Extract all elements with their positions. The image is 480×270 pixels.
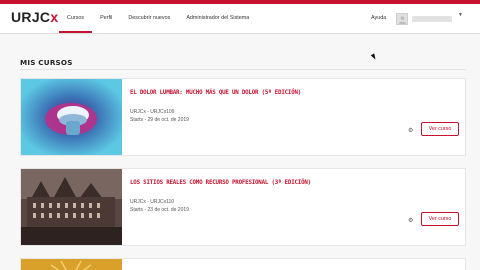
nav-administrador[interactable]: Administrador del Sistema [178,4,257,33]
course-card: EL DOLOR LUMBAR: MUCHO MÁS QUE UN DOLOR … [20,78,466,156]
ver-curso-button[interactable]: Ver curso [421,212,459,226]
nav-descubrir-nuevos[interactable]: Descubrir nuevos [120,4,178,33]
course-title[interactable]: EL DOLOR LUMBAR: MUCHO MÁS QUE UN DOLOR … [130,90,301,96]
urjcx-logo[interactable]: URJCx [11,9,58,25]
course-start-date: Starts - 23 de oct. de 2019 [130,207,189,213]
course-thumbnail[interactable] [21,169,122,245]
help-link[interactable]: Ayuda [371,4,386,33]
gear-icon[interactable]: ⚙ [408,127,413,134]
course-thumbnail[interactable] [21,259,122,270]
course-code: URJCx - URJCx110 [130,199,175,205]
ver-curso-button[interactable]: Ver curso [421,122,459,136]
divider [20,69,466,70]
username-redacted[interactable] [412,16,452,22]
user-avatar[interactable] [396,13,408,25]
main-nav: Cursos Perfil Descubrir nuevos Administr… [59,4,257,33]
course-title[interactable]: LOS SITIOS REALES COMO RECURSO PROFESION… [130,180,311,186]
top-navigation: URJCx Cursos Perfil Descubrir nuevos Adm… [0,4,480,34]
course-card [20,258,466,270]
user-icon [398,15,406,24]
course-start-date: Starts - 29 de oct. de 2019 [130,117,189,123]
section-title: MIS CURSOS [20,58,73,67]
nav-cursos[interactable]: Cursos [59,4,93,33]
nav-perfil[interactable]: Perfil [92,4,120,33]
course-code: URJCx - URJCx109 [130,109,175,115]
course-card: LOS SITIOS REALES COMO RECURSO PROFESION… [20,168,466,246]
chevron-down-icon[interactable]: ▼ [458,12,463,18]
course-thumbnail[interactable] [21,79,122,155]
gear-icon[interactable]: ⚙ [408,217,413,224]
